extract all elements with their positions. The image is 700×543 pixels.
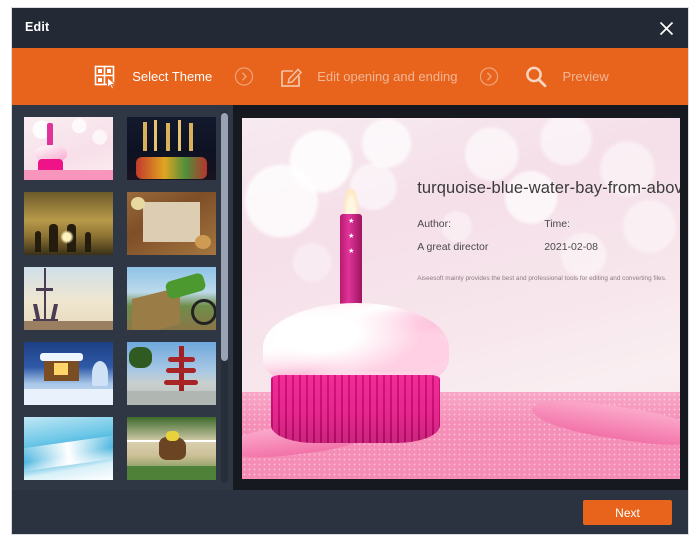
theme-thumbnail-blue-sky-gradient[interactable] xyxy=(24,417,113,480)
thumbnail-art xyxy=(127,267,216,330)
chevron-right-circle-icon xyxy=(479,67,499,87)
preview-time-column: Time: 2021-02-08 xyxy=(544,218,671,253)
step-navigation-bar: Select Theme Edit opening and ending Pre… xyxy=(12,48,688,105)
theme-thumbnail-horse-racing[interactable] xyxy=(127,417,216,480)
next-button[interactable]: Next xyxy=(583,500,672,525)
step-edit-opening-and-ending[interactable]: Edit opening and ending xyxy=(276,62,457,92)
theme-thumbnail-motocross[interactable] xyxy=(127,267,216,330)
time-value: 2021-02-08 xyxy=(544,241,598,254)
step-select-theme[interactable]: Select Theme xyxy=(91,62,212,92)
thumbnail-art xyxy=(24,267,113,330)
theme-thumbnail-christmas-cookies[interactable] xyxy=(127,192,216,255)
thumbnail-art xyxy=(24,342,113,405)
window-title: Edit xyxy=(25,20,50,34)
theme-thumbnail-snow-cabin[interactable] xyxy=(24,342,113,405)
time-label: Time: xyxy=(544,218,571,231)
preview-title: turquoise-blue-water-bay-from-abov... xyxy=(417,179,680,198)
step-label: Preview xyxy=(562,69,609,84)
thumbnail-art xyxy=(24,117,113,180)
theme-thumbnail-eiffel-tower[interactable] xyxy=(24,267,113,330)
magnifier-icon xyxy=(521,62,551,92)
theme-grid-cursor-icon xyxy=(91,62,121,92)
chevron-right-circle-icon xyxy=(234,67,254,87)
theme-list-panel xyxy=(12,105,233,490)
theme-thumbnail-candles-dinner[interactable] xyxy=(127,117,216,180)
edit-window: Edit Select Theme Edit opening and endin… xyxy=(11,7,689,535)
thumbnail-art xyxy=(127,117,216,180)
thumbnail-art xyxy=(24,417,113,480)
preview-meta: Author: A great director Time: 2021-02-0… xyxy=(417,218,671,253)
title-bar: Edit xyxy=(12,8,688,48)
preview-footnote: Aiseesoft mainly provides the best and p… xyxy=(417,275,667,283)
cupcake-wrapper xyxy=(271,375,441,443)
thumbnail-art xyxy=(24,192,113,255)
author-label: Author: xyxy=(417,218,452,231)
body-area: turquoise-blue-water-bay-from-abov... Au… xyxy=(12,105,688,490)
close-icon xyxy=(659,21,674,36)
thumbnail-art xyxy=(127,192,216,255)
footer-bar: Next xyxy=(12,490,688,534)
close-button[interactable] xyxy=(652,14,680,42)
theme-thumbnail-pink-cupcake[interactable] xyxy=(24,117,113,180)
preview-stage[interactable]: turquoise-blue-water-bay-from-abov... Au… xyxy=(242,118,680,479)
step-label: Select Theme xyxy=(132,69,213,84)
theme-list-scrollbar-track[interactable] xyxy=(221,111,228,483)
thumbnail-art xyxy=(127,342,216,405)
preview-text-block: turquoise-blue-water-bay-from-abov... Au… xyxy=(417,179,680,283)
theme-list-scrollbar-thumb[interactable] xyxy=(221,113,228,361)
preview-author-column: Author: A great director xyxy=(417,218,544,253)
theme-thumbnail-japan-pagoda[interactable] xyxy=(127,342,216,405)
preview-panel: turquoise-blue-water-bay-from-abov... Au… xyxy=(233,105,688,490)
author-value: A great director xyxy=(417,241,489,254)
step-label: Edit opening and ending xyxy=(317,69,458,84)
theme-thumbnail-family-sunset[interactable] xyxy=(24,192,113,255)
edit-pencil-square-icon xyxy=(276,62,306,92)
theme-thumbnail-grid xyxy=(24,117,216,480)
step-preview[interactable]: Preview xyxy=(521,62,609,92)
thumbnail-art xyxy=(127,417,216,480)
